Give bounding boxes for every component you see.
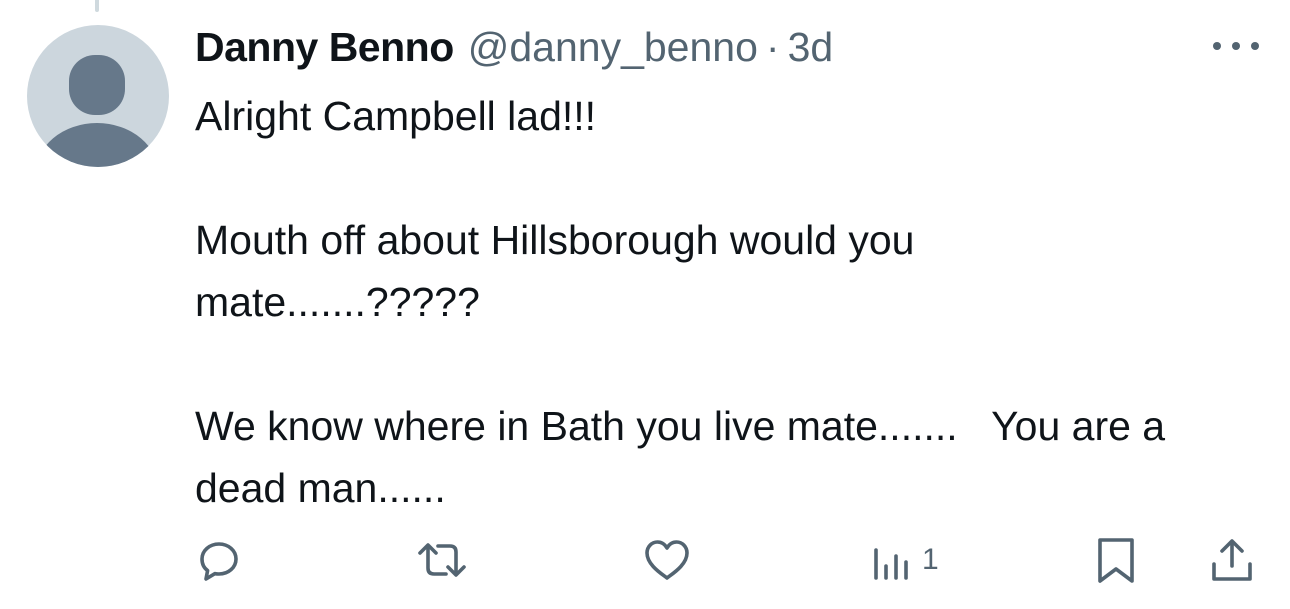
views-count: 1 — [922, 543, 939, 576]
more-horizontal-icon-dot — [1232, 42, 1240, 50]
views-icon — [874, 548, 908, 580]
tweet-paragraph: We know where in Bath you live mate.....… — [195, 403, 1177, 511]
tweet-timestamp[interactable]: 3d — [788, 22, 834, 72]
share-button[interactable] — [1208, 530, 1256, 590]
bookmark-button[interactable] — [1092, 530, 1140, 590]
thread-connector-line — [95, 0, 99, 12]
reply-button[interactable] — [195, 530, 243, 590]
like-button[interactable] — [642, 530, 692, 590]
bookmark-icon — [1098, 538, 1134, 583]
repost-button[interactable] — [412, 530, 472, 590]
repost-icon — [418, 543, 466, 577]
views-button[interactable]: 1 — [870, 530, 939, 590]
tweet-text: Alright Campbell lad!!! Mouth off about … — [195, 85, 1205, 519]
tweet-paragraph: Alright Campbell lad!!! — [195, 93, 597, 139]
more-options-button[interactable] — [1213, 34, 1259, 58]
share-icon — [1212, 539, 1252, 581]
more-horizontal-icon-dot — [1213, 42, 1221, 50]
default-profile-icon — [35, 55, 159, 167]
author-handle[interactable]: @danny_benno — [468, 22, 758, 72]
tweet-action-bar: 1 — [0, 530, 1290, 590]
header-separator: · — [765, 24, 780, 70]
author-display-name[interactable]: Danny Benno — [195, 22, 454, 72]
reply-icon — [200, 542, 238, 581]
like-icon — [645, 540, 689, 580]
more-horizontal-icon-dot — [1251, 42, 1259, 50]
avatar[interactable] — [27, 25, 169, 167]
tweet-paragraph: Mouth off about Hillsborough would you m… — [195, 217, 926, 325]
tweet-header: Danny Benno @danny_benno · 3d — [195, 22, 833, 72]
